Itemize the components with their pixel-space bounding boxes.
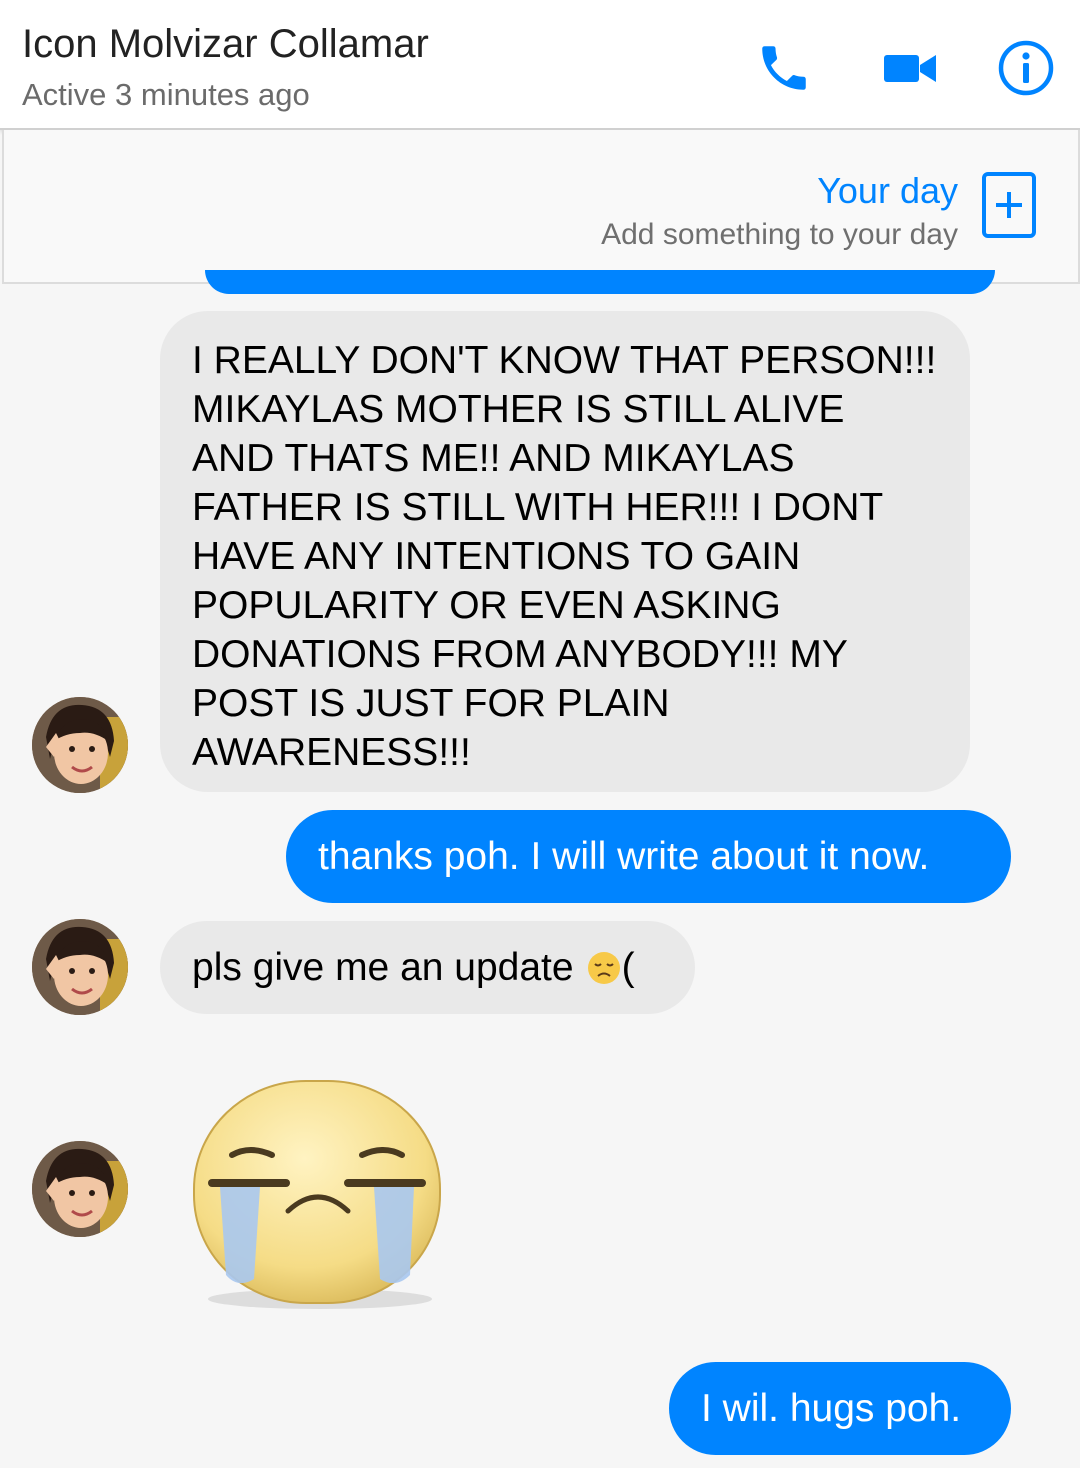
outgoing-message[interactable]: thanks poh. I will write about it now. — [286, 810, 1011, 903]
message-line: MIKAYLAS MOTHER IS STILL ALIVE — [192, 388, 845, 431]
avatar[interactable] — [32, 697, 128, 793]
disappointed-face-emoji — [587, 951, 620, 984]
incoming-message[interactable]: I REALLY DON'T KNOW THAT PERSON!!! MIKAY… — [160, 311, 970, 792]
message-line: POPULARITY OR EVEN ASKING — [192, 584, 781, 627]
previous-message-bubble[interactable] — [205, 270, 995, 294]
message-text-suffix: ( — [621, 946, 635, 989]
your-day-panel[interactable]: Your day Add something to your day — [2, 130, 1080, 284]
message-line: AWARENESS!!! — [192, 731, 471, 774]
your-day-title[interactable]: Your day — [817, 170, 958, 212]
contact-name[interactable]: Icon Molvizar Collamar — [22, 22, 429, 67]
child-photo-avatar — [32, 919, 128, 1015]
message-text: pls give me an update — [192, 946, 574, 989]
your-day-subtitle: Add something to your day — [601, 218, 958, 251]
message-line: HAVE ANY INTENTIONS TO GAIN — [192, 535, 801, 578]
phone-icon — [762, 46, 806, 90]
phone-call-button[interactable] — [752, 36, 816, 100]
video-call-button[interactable] — [878, 36, 942, 100]
conversation-header: Icon Molvizar Collamar Active 3 minutes … — [0, 0, 1080, 130]
outgoing-message[interactable]: I wil. hugs poh. — [669, 1362, 1011, 1455]
message-line: FATHER IS STILL WITH HER!!! I DONT — [192, 486, 884, 529]
avatar[interactable] — [32, 1141, 128, 1237]
crying-face-sticker[interactable] — [188, 1075, 448, 1315]
video-camera-icon — [884, 55, 936, 82]
message-line: I REALLY DON'T KNOW THAT PERSON!!! — [192, 339, 937, 382]
info-button[interactable] — [994, 36, 1058, 100]
message-text: thanks poh. I will write about it now. — [318, 835, 930, 878]
active-status: Active 3 minutes ago — [22, 77, 310, 112]
message-line: POST IS JUST FOR PLAIN — [192, 682, 670, 725]
avatar[interactable] — [32, 919, 128, 1015]
incoming-message[interactable]: pls give me an update ( — [160, 921, 695, 1014]
child-photo-avatar — [32, 1141, 128, 1237]
message-text: I wil. hugs poh. — [701, 1387, 962, 1430]
message-line: AND THATS ME!! AND MIKAYLAS — [192, 437, 795, 480]
plus-icon — [996, 192, 1022, 218]
info-icon — [998, 40, 1054, 96]
add-to-day-button[interactable] — [982, 172, 1036, 238]
message-line: DONATIONS FROM ANYBODY!!! MY — [192, 633, 848, 676]
child-photo-avatar — [32, 697, 128, 793]
